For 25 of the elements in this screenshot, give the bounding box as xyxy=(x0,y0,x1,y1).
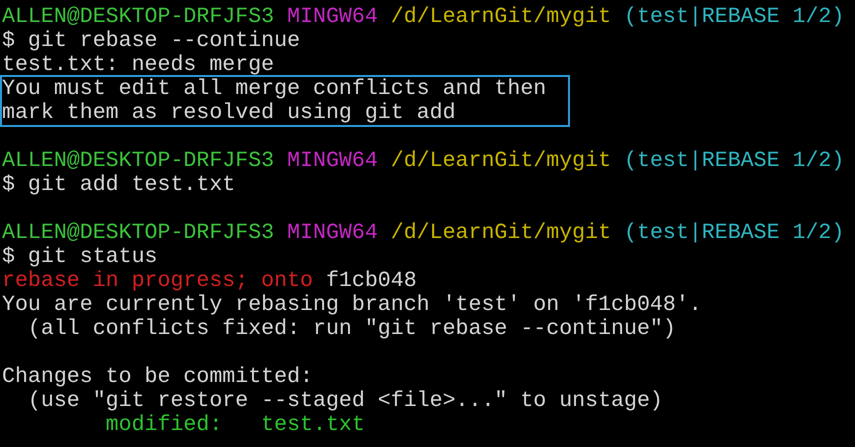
output-text: test.txt: needs merge xyxy=(2,53,274,77)
prompt-user: ALLEN@DESKTOP-DRFJFS3 xyxy=(2,149,276,173)
output-text: (all conflicts fixed: run "git rebase --continue") xyxy=(26,317,676,341)
prompt-branch: (test|REBASE 1/2) xyxy=(624,149,844,173)
prompt-system: MINGW64 xyxy=(287,149,379,173)
prompt-system: MINGW64 xyxy=(287,221,379,245)
prompt-path: /d/LearnGit/mygit xyxy=(390,5,612,29)
prompt-path: /d/LearnGit/mygit xyxy=(390,149,612,173)
output-text: f1cb048 xyxy=(324,269,417,293)
command-text: $ git rebase --continue xyxy=(2,29,300,53)
prompt-user: ALLEN@DESKTOP-DRFJFS3 xyxy=(2,5,276,29)
output-text: You must edit all merge conflicts and then xyxy=(2,77,546,101)
command-text: $ git status xyxy=(2,245,158,269)
output-text: mark them as resolved using git add xyxy=(2,101,456,125)
prompt-branch: (test|REBASE 1/2) xyxy=(624,221,844,245)
error-text: rebase in progress; onto xyxy=(2,269,314,293)
command-text: $ git add test.txt xyxy=(2,173,236,197)
prompt-path: /d/LearnGit/mygit xyxy=(390,221,612,245)
prompt-user: ALLEN@DESKTOP-DRFJFS3 xyxy=(2,221,276,245)
staged-file-text: modified: test.txt xyxy=(106,413,365,437)
output-text: (use "git restore --staged <file>..." to unstage) xyxy=(26,389,663,413)
prompt-system: MINGW64 xyxy=(287,5,379,29)
prompt-branch: (test|REBASE 1/2) xyxy=(624,5,844,29)
output-text: Changes to be committed: xyxy=(2,365,314,389)
output-text: You are currently rebasing branch 'test' on 'f1cb048'. xyxy=(2,293,702,317)
